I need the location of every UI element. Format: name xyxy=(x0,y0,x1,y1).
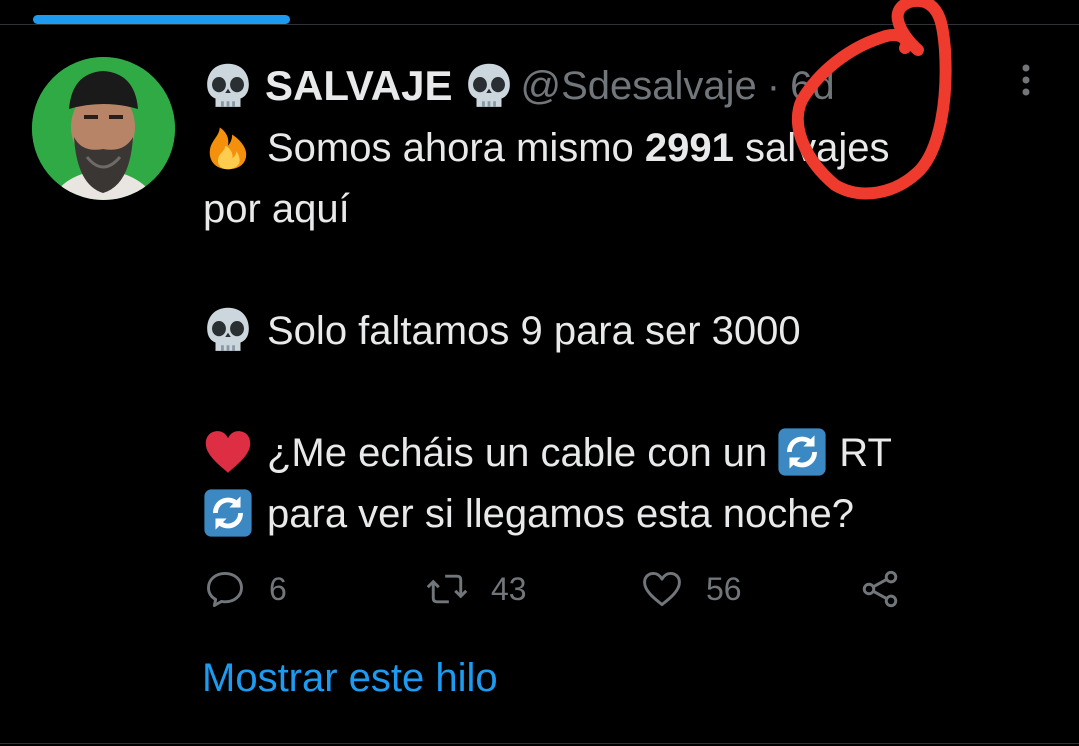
tweet-line-4: ¿Me echáis un cable con un xyxy=(267,431,768,475)
retweet-count: 43 xyxy=(491,570,527,607)
skull-icon xyxy=(203,305,253,355)
timestamp[interactable]: 6d xyxy=(790,64,835,109)
arrows-counterclockwise-icon xyxy=(777,427,827,477)
skull-icon xyxy=(464,61,514,111)
user-handle[interactable]: @Sdesalvaje xyxy=(520,64,756,109)
like-button[interactable]: 56 xyxy=(640,565,742,613)
heart-icon xyxy=(203,427,253,477)
follower-count: 2991 xyxy=(644,126,734,170)
skull-icon xyxy=(203,61,253,111)
tweet-text: Somos ahora mismo 2991 salvajes por aquí… xyxy=(203,118,1023,545)
share-icon xyxy=(862,570,898,608)
fire-icon xyxy=(203,122,253,172)
tweet-actions: 6 43 56 xyxy=(203,565,923,613)
tweet-line: ¿Me echáis un cable con un RT xyxy=(203,423,1023,484)
separator-dot: · xyxy=(766,63,781,108)
display-name[interactable]: SALVAJE xyxy=(265,62,452,110)
tweet-line-5: para ver si llegamos esta noche? xyxy=(267,492,854,536)
heart-outline-icon xyxy=(643,571,681,607)
tweet-line-1-suffix: salvajes xyxy=(733,126,890,170)
reply-count: 6 xyxy=(269,570,287,607)
more-options-icon[interactable] xyxy=(1012,62,1040,102)
arrows-counterclockwise-icon xyxy=(203,488,253,538)
tweet-line-1-prefix: Somos ahora mismo xyxy=(267,126,645,170)
like-count: 56 xyxy=(706,570,742,607)
divider xyxy=(0,24,1079,25)
avatar[interactable] xyxy=(32,57,175,200)
retweet-button[interactable]: 43 xyxy=(425,565,527,613)
avatar-image xyxy=(32,57,175,200)
reply-icon xyxy=(207,571,243,607)
tweet-line: Solo faltamos 9 para ser 3000 xyxy=(203,301,1023,362)
tweet-line: para ver si llegamos esta noche? xyxy=(203,484,1023,545)
divider xyxy=(0,743,1079,744)
share-button[interactable] xyxy=(858,565,902,613)
tweet-header: SALVAJE @Sdesalvaje · 6d xyxy=(203,58,835,114)
show-thread-link[interactable]: Mostrar este hilo xyxy=(202,656,498,701)
active-tab-indicator xyxy=(33,15,290,24)
reply-button[interactable]: 6 xyxy=(203,565,287,613)
tweet-line: Somos ahora mismo 2991 salvajes xyxy=(203,118,1023,179)
tweet-line: por aquí xyxy=(203,187,350,231)
retweet-icon xyxy=(426,574,468,604)
tweet-line-4-rt: RT xyxy=(839,431,892,475)
tweet-line-3: Solo faltamos 9 para ser 3000 xyxy=(267,309,801,353)
